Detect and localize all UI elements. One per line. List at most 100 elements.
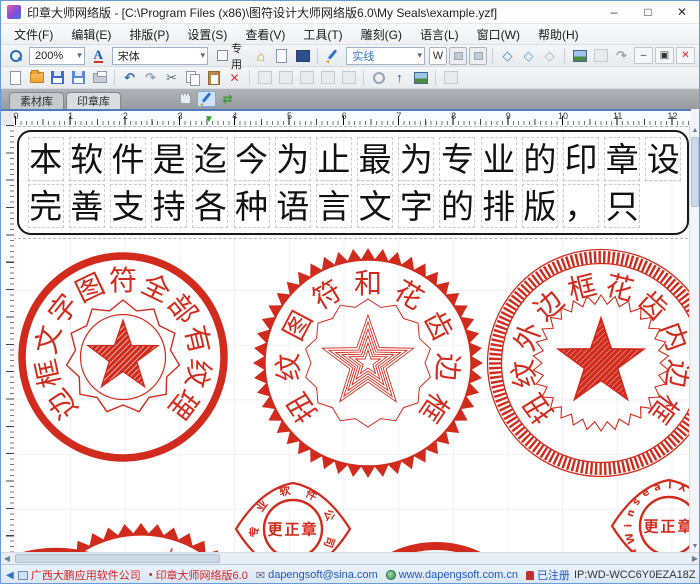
cut-icon[interactable]: ✂: [161, 68, 182, 87]
export-icon[interactable]: ↑: [389, 68, 410, 87]
menu-bar: 文件(F) 编辑(E) 排版(P) 设置(S) 查看(V) 工具(T) 雕刻(G…: [1, 24, 699, 45]
menu-settings[interactable]: 设置(S): [178, 24, 236, 45]
text-effect-button-1[interactable]: [449, 47, 467, 65]
vertical-scrollbar[interactable]: ▲ ▼: [689, 125, 699, 552]
menu-layout[interactable]: 排版(P): [120, 24, 178, 45]
image-mode-icon[interactable]: [292, 46, 313, 65]
ruler-number: 6: [337, 111, 351, 121]
horizontal-scroll-thumb[interactable]: [15, 554, 220, 563]
banner-line-1: 本软件是迄今为止最为专业的印章设: [25, 137, 687, 181]
save-as-icon[interactable]: [68, 68, 89, 87]
banner-char: 专: [439, 137, 475, 181]
design-canvas[interactable]: 本软件是迄今为止最为专业的印章设 完善支持各种语言文字的排版，只 边框文字图符全…: [14, 125, 691, 552]
close-button[interactable]: ✕: [665, 1, 699, 24]
special-checkbox[interactable]: [217, 50, 228, 61]
pattern-tool-icon-1[interactable]: [569, 46, 590, 65]
text-effect-button-2[interactable]: [469, 47, 487, 65]
chevron-down-icon: ▾: [413, 50, 422, 61]
banner-char: 文: [357, 184, 393, 228]
seal-partial-sawtooth[interactable]: [19, 523, 262, 552]
horizontal-ruler[interactable]: 0 1 2 3 4 5 6 7 8 9 10 11 12 ▼: [14, 109, 691, 125]
rotate-tool-icon[interactable]: ↷: [611, 46, 632, 65]
pan-hand-button[interactable]: [176, 91, 195, 107]
new-page-icon[interactable]: [271, 46, 292, 65]
line-style-select[interactable]: 实线 ▾: [346, 47, 425, 65]
status-nav-left-icon[interactable]: ◀: [6, 570, 14, 581]
horizontal-scrollbar[interactable]: ◀ ▶: [1, 552, 700, 564]
extra-tool-icon[interactable]: [440, 68, 461, 87]
swap-arrows-icon: ⇄: [222, 92, 232, 106]
menu-window[interactable]: 窗口(W): [468, 24, 529, 45]
undo-icon[interactable]: ↶: [119, 68, 140, 87]
menu-tools[interactable]: 工具(T): [294, 24, 351, 45]
scroll-left-icon[interactable]: ◀: [1, 554, 13, 563]
font-tool-icon[interactable]: A: [88, 46, 109, 65]
paste-icon[interactable]: [203, 68, 224, 87]
save-icon[interactable]: [47, 68, 68, 87]
font-family-select[interactable]: 宋体 ▾: [112, 47, 208, 65]
ruler-number: 3: [173, 111, 187, 121]
mdi-close-button[interactable]: ✕: [676, 47, 695, 64]
banner-char: 支: [110, 184, 146, 228]
edit-pen-button[interactable]: [197, 91, 216, 107]
3d-effect-icon-2[interactable]: ◇: [518, 46, 539, 65]
mdi-minimize-button[interactable]: –: [634, 47, 653, 64]
text-effect-w-button[interactable]: W: [429, 47, 447, 65]
tab-material-library[interactable]: 素材库: [9, 92, 64, 109]
status-email[interactable]: dapengsoft@sina.com: [268, 569, 378, 581]
zoom-tool-icon[interactable]: [5, 46, 26, 65]
align-icon-5[interactable]: [338, 68, 359, 87]
copy-icon[interactable]: [182, 68, 203, 87]
minimize-button[interactable]: –: [597, 1, 631, 24]
banner-line-2: 完善支持各种语言文字的排版，只: [25, 184, 687, 228]
scroll-right-icon[interactable]: ▶: [689, 554, 700, 563]
banner-char: 各: [192, 184, 228, 228]
menu-help[interactable]: 帮助(H): [529, 24, 588, 45]
company-icon: [18, 571, 28, 580]
mdi-restore-button[interactable]: ▣: [655, 47, 674, 64]
tab-seal-library[interactable]: 印章库: [66, 92, 121, 109]
menu-language[interactable]: 语言(L): [411, 24, 468, 45]
zoom-level-select[interactable]: 200% ▾: [29, 47, 85, 65]
align-icon-1[interactable]: [254, 68, 275, 87]
align-icon-2[interactable]: [275, 68, 296, 87]
menu-file[interactable]: 文件(F): [5, 24, 62, 45]
pen-icon: [200, 92, 213, 105]
banner-char: ，: [563, 184, 599, 228]
scroll-down-icon[interactable]: ▼: [690, 541, 700, 552]
history-icon[interactable]: [368, 68, 389, 87]
banner-text-object[interactable]: 本软件是迄今为止最为专业的印章设 完善支持各种语言文字的排版，只: [17, 130, 689, 235]
new-file-icon[interactable]: [5, 68, 26, 87]
library-tab-strip: 素材库 印章库 ⇄: [1, 89, 699, 109]
banner-char: 迄: [192, 137, 228, 181]
redo-icon[interactable]: ↷: [140, 68, 161, 87]
status-website[interactable]: www.dapengsoft.com.cn: [399, 569, 518, 581]
open-file-icon[interactable]: [26, 68, 47, 87]
3d-effect-icon-1[interactable]: ◇: [497, 46, 518, 65]
3d-effect-icon-3[interactable]: ◇: [539, 46, 560, 65]
app-icon: [7, 5, 21, 19]
banner-char: 今: [234, 137, 270, 181]
pen-style-icon[interactable]: [322, 46, 343, 65]
scroll-up-icon[interactable]: ▲: [690, 125, 700, 136]
fit-view-button[interactable]: ⇄: [218, 91, 237, 107]
menu-engrave[interactable]: 雕刻(G): [352, 24, 411, 45]
align-icon-3[interactable]: [296, 68, 317, 87]
insert-image-icon[interactable]: [410, 68, 431, 87]
print-icon[interactable]: [89, 68, 110, 87]
pattern-tool-icon-2[interactable]: [590, 46, 611, 65]
ruler-marker-icon[interactable]: ▼: [204, 114, 214, 125]
banner-char: 件: [110, 137, 146, 181]
ruler-number: 0: [9, 111, 23, 121]
delete-icon[interactable]: ✕: [224, 68, 245, 87]
menu-edit[interactable]: 编辑(E): [62, 24, 120, 45]
banner-char: 本: [28, 137, 64, 181]
banner-char: 的: [439, 184, 475, 228]
banner-char: 语: [275, 184, 311, 228]
align-icon-4[interactable]: [317, 68, 338, 87]
maximize-button[interactable]: □: [631, 1, 665, 24]
vertical-ruler[interactable]: [1, 125, 14, 552]
status-ip: IP:WD-WCC6Y0EZA18Z: [574, 569, 696, 581]
home-icon[interactable]: ⌂: [250, 46, 271, 65]
vertical-scroll-thumb[interactable]: [691, 137, 699, 207]
